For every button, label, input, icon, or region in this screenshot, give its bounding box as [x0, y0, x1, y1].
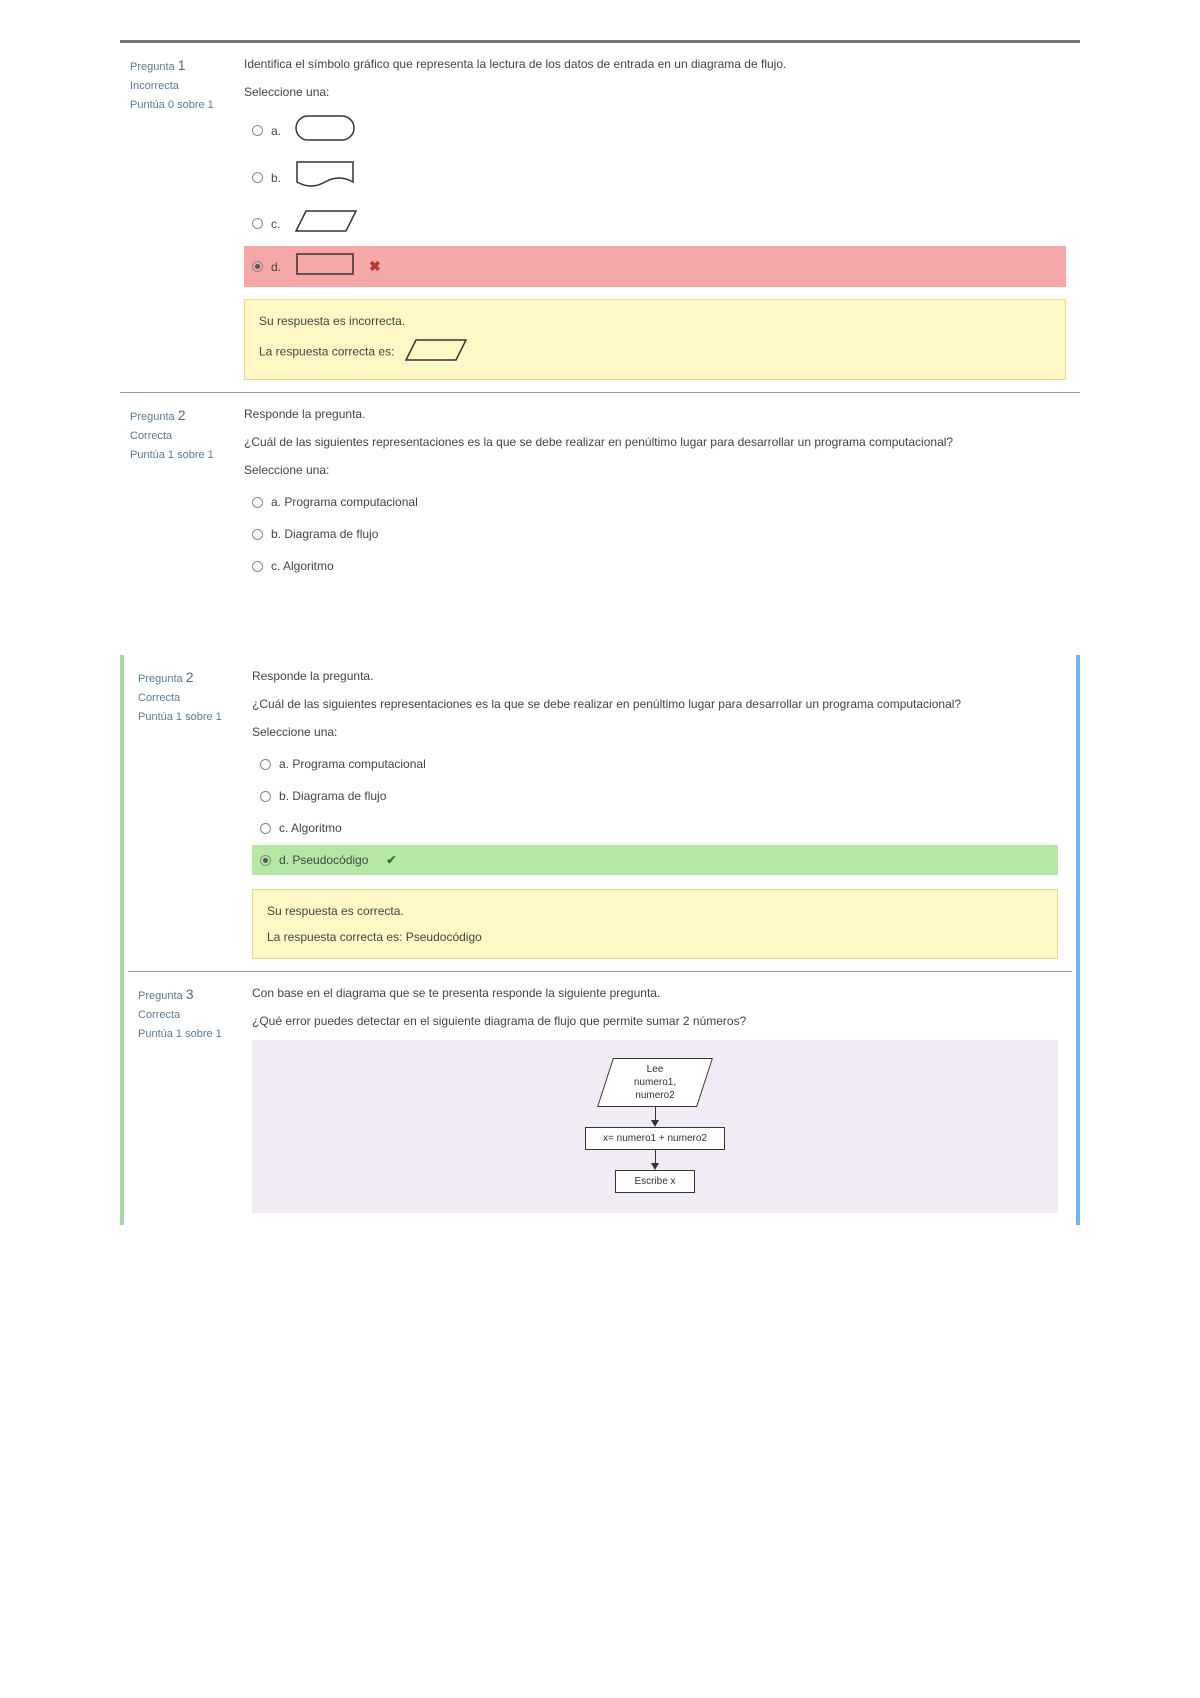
- radio-icon-checked[interactable]: [260, 855, 271, 866]
- radio-icon-checked[interactable]: [252, 261, 263, 272]
- q2a-option-c[interactable]: c. Algoritmo: [244, 551, 1066, 581]
- q1-status: Incorrecta: [130, 78, 220, 95]
- question-2b: Pregunta 2 Correcta Puntúa 1 sobre 1 Res…: [128, 655, 1072, 971]
- document-shape-icon: [295, 160, 355, 195]
- q2a-score: Puntúa 1 sobre 1: [130, 447, 220, 464]
- q2a-opt-b-label: b. Diagrama de flujo: [271, 525, 378, 543]
- radio-icon[interactable]: [252, 172, 263, 183]
- diag-read-l1: Lee: [647, 1064, 664, 1075]
- q2b-label: Pregunta: [138, 673, 183, 685]
- diagram-process-node: x= numero1 + numero2: [585, 1127, 725, 1150]
- q3-status: Correcta: [138, 1007, 228, 1024]
- q2b-option-b[interactable]: b. Diagrama de flujo: [252, 781, 1058, 811]
- q3-text: ¿Qué error puedes detectar en el siguien…: [252, 1012, 1058, 1030]
- flowchart-diagram: Lee numero1, numero2 x= numero1 + numero…: [252, 1040, 1058, 1213]
- radio-icon[interactable]: [252, 529, 263, 540]
- q1-text: Identifica el símbolo gráfico que repres…: [244, 55, 1066, 73]
- q2b-option-c[interactable]: c. Algoritmo: [252, 813, 1058, 843]
- parallelogram-shape-icon: [294, 209, 358, 238]
- q1-select: Seleccione una:: [244, 83, 1066, 101]
- q2a-title: Responde la pregunta.: [244, 405, 1066, 423]
- q2b-fb-right: Su respuesta es correcta.: [267, 902, 1043, 920]
- q1-feedback: Su respuesta es incorrecta. La respuesta…: [244, 299, 1066, 380]
- q2b-option-a[interactable]: a. Programa computacional: [252, 749, 1058, 779]
- correct-mark-icon: ✔: [386, 851, 396, 869]
- question-2a-info: Pregunta 2 Correcta Puntúa 1 sobre 1: [120, 393, 230, 595]
- arrow-down-icon: [651, 1120, 659, 1127]
- question-1: Pregunta 1 Incorrecta Puntúa 0 sobre 1 I…: [120, 43, 1080, 392]
- incorrect-mark-icon: ✖: [369, 256, 381, 277]
- q2b-option-d[interactable]: d. Pseudocódigo ✔: [252, 845, 1058, 875]
- question-1-info: Pregunta 1 Incorrecta Puntúa 0 sobre 1: [120, 43, 230, 392]
- diag-read-l3: numero2: [635, 1090, 674, 1101]
- q2b-opt-a-label: a. Programa computacional: [279, 755, 426, 773]
- radio-icon[interactable]: [252, 218, 263, 229]
- radio-icon[interactable]: [260, 791, 271, 802]
- diagram-output-node: Escribe x: [615, 1170, 695, 1193]
- section-2: Pregunta 2 Correcta Puntúa 1 sobre 1 Res…: [120, 655, 1080, 1225]
- section-1: Pregunta 1 Incorrecta Puntúa 0 sobre 1 I…: [120, 40, 1080, 595]
- q3-label: Pregunta: [138, 990, 183, 1002]
- q2b-fb-correct: La respuesta correcta es: Pseudocódigo: [267, 928, 1043, 946]
- q2b-opt-d-label: d. Pseudocódigo: [279, 851, 368, 869]
- q3-score: Puntúa 1 sobre 1: [138, 1026, 228, 1043]
- parallelogram-shape-icon: [404, 338, 468, 367]
- diagram-connector: [655, 1107, 656, 1121]
- q2b-opt-c-label: c. Algoritmo: [279, 819, 342, 837]
- q1-option-b[interactable]: b.: [244, 154, 1066, 201]
- q2a-label: Pregunta: [130, 411, 175, 423]
- q2a-opt-c-label: c. Algoritmo: [271, 557, 334, 575]
- q3-title: Con base en el diagrama que se te presen…: [252, 984, 1058, 1002]
- q2b-select: Seleccione una:: [252, 723, 1058, 741]
- q1-option-d[interactable]: d. ✖: [244, 246, 1066, 287]
- radio-icon[interactable]: [252, 125, 263, 136]
- q1-opt-b-label: b.: [271, 169, 281, 187]
- q1-number: 1: [178, 57, 186, 73]
- question-2a: Pregunta 2 Correcta Puntúa 1 sobre 1 Res…: [120, 392, 1080, 595]
- question-2b-info: Pregunta 2 Correcta Puntúa 1 sobre 1: [128, 655, 238, 971]
- q2a-opt-a-label: a. Programa computacional: [271, 493, 418, 511]
- terminal-shape-icon: [295, 115, 355, 146]
- question-3-content: Con base en el diagrama que se te presen…: [238, 972, 1072, 1225]
- q2a-select: Seleccione una:: [244, 461, 1066, 479]
- q2b-text: ¿Cuál de las siguientes representaciones…: [252, 695, 1058, 713]
- diagram-connector: [655, 1150, 656, 1164]
- q1-label: Pregunta: [130, 61, 175, 73]
- q1-option-c[interactable]: c.: [244, 203, 1066, 244]
- question-2a-content: Responde la pregunta. ¿Cuál de las sigui…: [230, 393, 1080, 595]
- q2a-option-b[interactable]: b. Diagrama de flujo: [244, 519, 1066, 549]
- question-3-info: Pregunta 3 Correcta Puntúa 1 sobre 1: [128, 972, 238, 1225]
- q2a-number: 2: [178, 407, 186, 423]
- q2b-score: Puntúa 1 sobre 1: [138, 709, 228, 726]
- q2b-status: Correcta: [138, 690, 228, 707]
- q3-number: 3: [186, 986, 194, 1002]
- radio-icon[interactable]: [260, 823, 271, 834]
- question-3: Pregunta 3 Correcta Puntúa 1 sobre 1 Con…: [128, 971, 1072, 1225]
- q2b-opt-b-label: b. Diagrama de flujo: [279, 787, 386, 805]
- q1-opt-c-label: c.: [271, 215, 280, 233]
- diagram-read-node: Lee numero1, numero2: [597, 1058, 713, 1107]
- q1-option-a[interactable]: a.: [244, 109, 1066, 152]
- question-1-content: Identifica el símbolo gráfico que repres…: [230, 43, 1080, 392]
- q2a-option-a[interactable]: a. Programa computacional: [244, 487, 1066, 517]
- q2b-feedback: Su respuesta es correcta. La respuesta c…: [252, 889, 1058, 959]
- q1-fb-correct: La respuesta correcta es:: [259, 345, 394, 359]
- q1-score: Puntúa 0 sobre 1: [130, 97, 220, 114]
- q1-opt-a-label: a.: [271, 122, 281, 140]
- q2b-number: 2: [186, 669, 194, 685]
- q2a-text: ¿Cuál de las siguientes representaciones…: [244, 433, 1066, 451]
- q2a-status: Correcta: [130, 428, 220, 445]
- question-2b-content: Responde la pregunta. ¿Cuál de las sigui…: [238, 655, 1072, 971]
- q2b-title: Responde la pregunta.: [252, 667, 1058, 685]
- q1-fb-wrong: Su respuesta es incorrecta.: [259, 312, 1051, 330]
- rectangle-shape-icon: [295, 252, 355, 281]
- arrow-down-icon: [651, 1163, 659, 1170]
- diag-read-l2: numero1,: [634, 1077, 676, 1088]
- q1-opt-d-label: d.: [271, 258, 281, 276]
- radio-icon[interactable]: [252, 561, 263, 572]
- radio-icon[interactable]: [260, 759, 271, 770]
- radio-icon[interactable]: [252, 497, 263, 508]
